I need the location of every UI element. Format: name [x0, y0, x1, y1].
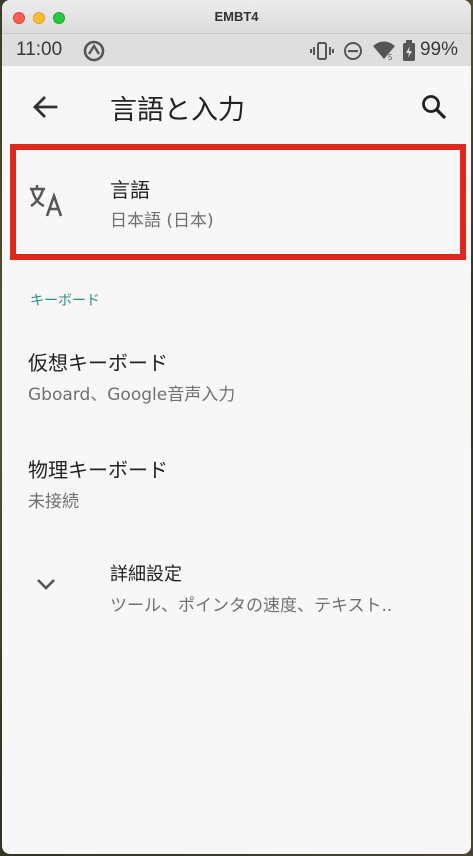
data-saver-icon	[83, 40, 105, 62]
app-window: EMBT4 11:00 5 99% 言語と入力 言語 日本語 (日本) キーボー…	[2, 0, 471, 854]
wifi-icon: 5	[373, 41, 395, 62]
battery-percentage: 99%	[419, 39, 458, 60]
language-item-subtitle: 日本語 (日本)	[110, 211, 214, 231]
android-status-bar: 11:00 5 99%	[2, 34, 471, 66]
search-icon[interactable]	[420, 93, 448, 121]
advanced-settings-title: 詳細設定	[110, 564, 182, 585]
physical-keyboard-title: 物理キーボード	[28, 458, 168, 482]
advanced-settings-subtitle: ツール、ポインタの速度、テキスト..	[110, 596, 393, 616]
chevron-down-icon	[37, 579, 55, 590]
virtual-keyboard-title: 仮想キーボード	[28, 351, 168, 375]
language-item[interactable]	[16, 150, 460, 254]
language-item-title: 言語	[110, 178, 150, 202]
app-bar: 言語と入力	[2, 66, 471, 144]
window-titlebar: EMBT4	[2, 0, 471, 34]
virtual-keyboard-subtitle: Gboard、Google音声入力	[28, 385, 236, 405]
keyboard-section-header: キーボード	[30, 293, 100, 309]
translate-icon	[30, 185, 63, 217]
svg-text:5: 5	[388, 53, 393, 62]
page-title: 言語と入力	[110, 95, 245, 126]
status-time: 11:00	[16, 39, 63, 60]
do-not-disturb-icon	[344, 42, 362, 60]
physical-keyboard-subtitle: 未接続	[28, 492, 79, 512]
physical-keyboard-item[interactable]	[2, 438, 471, 528]
back-arrow-icon[interactable]	[30, 92, 60, 122]
vibrate-icon	[310, 42, 334, 60]
window-title: EMBT4	[214, 9, 259, 24]
battery-icon	[403, 40, 415, 61]
